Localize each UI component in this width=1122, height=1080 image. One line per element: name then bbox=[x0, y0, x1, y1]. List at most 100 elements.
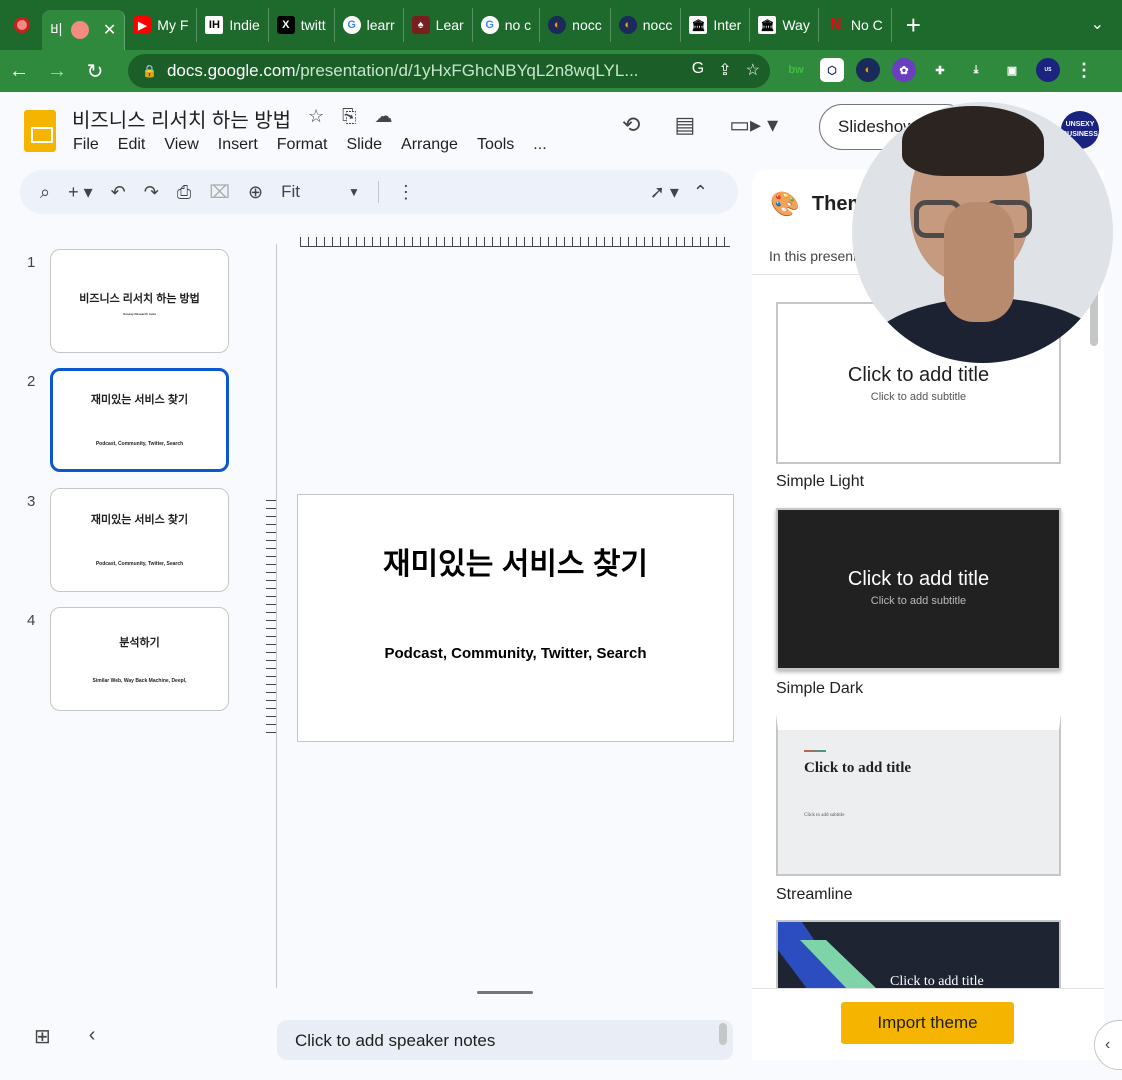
slide-title[interactable]: 재미있는 서비스 찾기 bbox=[298, 539, 733, 583]
paint-format-icon[interactable]: ⌧ bbox=[209, 182, 230, 203]
slide-subtitle[interactable]: Podcast, Community, Twitter, Search bbox=[298, 645, 733, 662]
menu-more[interactable]: ... bbox=[533, 136, 546, 154]
browser-tab[interactable]: IH Indie bbox=[197, 8, 269, 42]
tab-label: no c bbox=[504, 17, 532, 33]
slide-number: 4 bbox=[27, 612, 36, 629]
comments-icon[interactable]: ▤ bbox=[674, 112, 695, 138]
url-text: docs.google.com/presentation/d/1yHxFGhcN… bbox=[167, 61, 647, 81]
google-lens-icon[interactable]: G bbox=[692, 60, 704, 80]
profile-avatar-icon[interactable]: US bbox=[1036, 58, 1060, 82]
download-icon[interactable]: ⤓ bbox=[964, 58, 988, 82]
extension-hex-icon[interactable]: ⬡ bbox=[820, 58, 844, 82]
forward-arrow-icon[interactable]: → bbox=[38, 60, 76, 83]
collapse-toolbar-icon[interactable]: ⌃ bbox=[693, 182, 708, 203]
slide-thumbnail-2[interactable]: 재미있는 서비스 찾기 Podcast, Community, Twitter,… bbox=[50, 368, 229, 472]
tab-label: My F bbox=[157, 17, 189, 33]
zoom-value: Fit bbox=[281, 182, 300, 201]
extensions-puzzle-icon[interactable]: ✚ bbox=[928, 58, 952, 82]
slide-thumbnail-1[interactable]: 비즈니스 리서치 하는 방법 Unsexy Research tools bbox=[50, 249, 229, 353]
x-icon: X bbox=[276, 16, 295, 34]
menu-tools[interactable]: Tools bbox=[477, 136, 514, 154]
speaker-notes-input[interactable]: Click to add speaker notes bbox=[277, 1020, 733, 1060]
tab-label: Lear bbox=[435, 17, 464, 33]
close-tab-icon[interactable]: ✕ bbox=[103, 20, 116, 40]
reload-icon[interactable]: ↻ bbox=[76, 59, 114, 84]
share-icon[interactable]: ⇪ bbox=[718, 60, 731, 80]
menu-format[interactable]: Format bbox=[277, 136, 328, 154]
current-slide[interactable]: 재미있는 서비스 찾기 Podcast, Community, Twitter,… bbox=[297, 494, 734, 742]
meet-camera-icon[interactable]: ▭▸ ▾ bbox=[729, 112, 778, 138]
undo-icon[interactable]: ↶ bbox=[111, 182, 126, 203]
google-slides-logo-icon[interactable] bbox=[24, 110, 56, 152]
new-tab-icon[interactable]: + bbox=[906, 10, 921, 41]
archive-icon: 🏛 bbox=[689, 16, 708, 34]
document-title[interactable]: 비즈니스 리서치 하는 방법 bbox=[72, 104, 291, 133]
url-path: /presentation/d/1yHxFGhcNBYqL2n8wqLYL... bbox=[295, 61, 639, 80]
tab-label: twitt bbox=[300, 17, 326, 33]
menu-edit[interactable]: Edit bbox=[118, 136, 146, 154]
horizontal-ruler[interactable] bbox=[300, 237, 730, 247]
star-icon[interactable]: ☆ bbox=[308, 106, 324, 127]
menu-file[interactable]: File bbox=[73, 136, 99, 154]
cloud-saved-icon[interactable]: ☁ bbox=[375, 106, 393, 127]
menu-insert[interactable]: Insert bbox=[218, 136, 258, 154]
theme-name: Simple Dark bbox=[776, 680, 864, 697]
extension-color-icon[interactable]: ✿ bbox=[892, 58, 916, 82]
thumbnail-subtitle: Unsexy Research tools bbox=[122, 312, 156, 316]
browser-tab[interactable]: ◐ nocc bbox=[611, 8, 682, 42]
side-panel-icon[interactable]: ▣ bbox=[1000, 58, 1024, 82]
menu-view[interactable]: View bbox=[164, 136, 198, 154]
vertical-ruler[interactable] bbox=[266, 500, 276, 736]
browser-tab[interactable]: 🏛 Inter bbox=[681, 8, 751, 42]
theme-card-focus[interactable]: Click to add title bbox=[776, 920, 1061, 988]
browser-tab[interactable]: ◐ nocc bbox=[540, 8, 611, 42]
theme-card-streamline[interactable]: Click to add title Click to add subtitle bbox=[776, 714, 1061, 876]
collapse-filmstrip-icon[interactable]: ‹ bbox=[89, 1024, 96, 1049]
notes-scrollbar[interactable] bbox=[719, 1023, 727, 1045]
browser-tab-active[interactable]: 비 ✕ bbox=[42, 10, 126, 50]
new-slide-icon[interactable]: + ▾ bbox=[68, 182, 93, 203]
print-icon[interactable]: ⎙ bbox=[177, 182, 191, 203]
extension-bw-icon[interactable]: bw bbox=[784, 58, 808, 82]
theme-card-title: Click to add title bbox=[890, 974, 984, 988]
bookmark-star-icon[interactable]: ☆ bbox=[746, 60, 760, 80]
tab-label: nocc bbox=[642, 17, 673, 33]
search-menus-icon[interactable]: ⌕ bbox=[40, 182, 50, 203]
extension-nocode-icon[interactable]: ◐ bbox=[856, 58, 880, 82]
slide-thumbnail-4[interactable]: 분석하기 Similar Web, Way Back Machine, Deep… bbox=[50, 607, 229, 711]
browser-tab[interactable]: Glearr bbox=[335, 8, 404, 42]
chevron-down-icon[interactable]: ⌄ bbox=[1091, 14, 1104, 34]
browser-tab[interactable]: 🏛 Way bbox=[750, 8, 819, 42]
select-pointer-icon[interactable]: ➚ ▾ bbox=[650, 182, 679, 203]
notes-resize-handle[interactable] bbox=[477, 991, 533, 994]
zoom-select[interactable]: Fit ▼ bbox=[281, 182, 360, 202]
thumbnail-subtitle: Similar Web, Way Back Machine, Deepl, bbox=[92, 678, 187, 684]
browser-tab[interactable]: Xtwitt bbox=[269, 8, 335, 42]
url-host: docs.google.com bbox=[166, 61, 296, 80]
menu-arrange[interactable]: Arrange bbox=[401, 136, 458, 154]
version-history-icon[interactable]: ⟲ bbox=[622, 112, 640, 138]
url-input[interactable]: 🔒 docs.google.com/presentation/d/1yHxFGh… bbox=[128, 54, 770, 88]
import-theme-button[interactable]: Import theme bbox=[841, 1002, 1014, 1044]
back-arrow-icon[interactable]: ← bbox=[0, 60, 38, 83]
archive-icon: 🏛 bbox=[758, 16, 777, 34]
menu-slide[interactable]: Slide bbox=[346, 136, 382, 154]
thumbnail-title: 재미있는 서비스 찾기 bbox=[90, 514, 189, 526]
theme-card-simple-dark[interactable]: Click to add title Click to add subtitle bbox=[776, 508, 1061, 670]
thumbnail-subtitle: Podcast, Community, Twitter, Search bbox=[95, 441, 184, 447]
theme-card-subtitle: Click to add subtitle bbox=[804, 813, 845, 818]
browser-tab[interactable]: Gno c bbox=[473, 8, 541, 42]
zoom-icon[interactable]: ⊕ bbox=[248, 182, 263, 203]
slide-thumbnail-3[interactable]: 재미있는 서비스 찾기 Podcast, Community, Twitter,… bbox=[50, 488, 229, 592]
slide-number: 3 bbox=[27, 493, 36, 510]
webcam-overlay bbox=[852, 102, 1113, 363]
recording-indicator-icon[interactable] bbox=[14, 17, 30, 33]
grid-view-icon[interactable]: ⊞ bbox=[34, 1024, 51, 1049]
browser-menu-icon[interactable]: ⋮ bbox=[1072, 58, 1096, 82]
browser-tab[interactable]: ▶ My F bbox=[125, 8, 198, 42]
move-folder-icon[interactable]: ⎘ bbox=[342, 106, 356, 127]
browser-tab[interactable]: N No C bbox=[819, 8, 892, 42]
redo-icon[interactable]: ↷ bbox=[144, 182, 159, 203]
browser-tab[interactable]: ♠ Lear bbox=[404, 8, 473, 42]
more-options-icon[interactable]: ⋮ bbox=[397, 182, 415, 203]
